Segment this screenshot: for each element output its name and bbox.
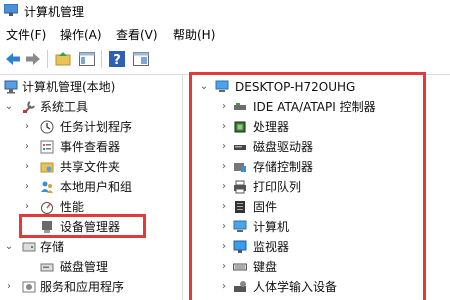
tree-item-event-viewer[interactable]: › 事件查看器 <box>0 137 182 157</box>
users-icon <box>41 181 53 193</box>
system-tools-icon <box>23 101 35 113</box>
tree-item-computer-management[interactable]: 计算机管理(本地) <box>0 77 182 97</box>
tree-item-label: 计算机管理(本地) <box>22 80 116 94</box>
tree-item-task-scheduler[interactable]: › 任务计划程序 <box>0 117 182 137</box>
storage-icon <box>22 242 36 252</box>
services-icon <box>22 281 36 293</box>
navigation-tree: 计算机管理(本地) ⌄ 系统工具 › 任务计划程序 › 事件查看器 › 共享文件… <box>0 75 183 300</box>
forward-arrow-icon[interactable] <box>24 50 42 68</box>
tree-item-system-tools[interactable]: ⌄ 系统工具 <box>0 97 182 117</box>
highlight-device-tree <box>189 72 426 300</box>
menu-view[interactable]: 查看(V) <box>116 26 158 43</box>
tree-item-label: 服务和应用程序 <box>40 280 125 294</box>
tree-item-shared-folders[interactable]: › 共享文件夹 <box>0 157 182 177</box>
tree-item-label: 事件查看器 <box>60 140 121 154</box>
tree-item-label: 共享文件夹 <box>60 160 121 174</box>
svg-text:?: ? <box>113 53 121 68</box>
tree-item-label: 存储 <box>40 240 65 254</box>
chevron-right-icon[interactable]: › <box>22 177 32 197</box>
event-viewer-icon <box>40 140 54 154</box>
highlight-device-manager <box>19 214 146 238</box>
chevron-down-icon[interactable]: ⌄ <box>4 97 14 117</box>
menu-action[interactable]: 操作(A) <box>60 26 102 43</box>
folder-up-icon[interactable] <box>54 50 72 68</box>
back-arrow-icon[interactable] <box>4 50 22 68</box>
chevron-down-icon[interactable]: ⌄ <box>4 237 14 257</box>
chevron-right-icon[interactable]: › <box>22 137 32 157</box>
chevron-right-icon[interactable]: › <box>4 277 14 297</box>
tree-item-label: 任务计划程序 <box>60 120 133 134</box>
computer-management-icon <box>4 4 18 16</box>
properties-pane-icon[interactable] <box>132 50 150 68</box>
shared-folder-icon <box>40 162 54 173</box>
tree-item-label: 系统工具 <box>40 100 89 114</box>
toolbar-separator <box>47 50 48 68</box>
tree-item-local-users-groups[interactable]: › 本地用户和组 <box>0 177 182 197</box>
tree-item-disk-management[interactable]: 磁盘管理 <box>0 257 182 277</box>
computer-management-icon <box>4 80 18 94</box>
window-title: 计算机管理 <box>24 5 85 19</box>
chevron-right-icon[interactable]: › <box>22 117 32 137</box>
task-scheduler-icon <box>40 120 54 134</box>
tree-item-label: 磁盘管理 <box>60 260 109 274</box>
menu-file[interactable]: 文件(F) <box>6 26 46 43</box>
chevron-right-icon[interactable]: › <box>22 157 32 177</box>
disk-management-icon <box>40 263 54 272</box>
performance-icon <box>41 202 53 214</box>
tree-item-services-applications[interactable]: › 服务和应用程序 <box>0 277 182 297</box>
tree-item-storage[interactable]: ⌄ 存储 <box>0 237 182 257</box>
tree-item-label: 本地用户和组 <box>60 180 133 194</box>
toolbar: ? <box>0 44 450 75</box>
menu-bar: 文件(F) 操作(A) 查看(V) 帮助(H) <box>0 22 450 44</box>
show-hide-tree-icon[interactable] <box>78 50 96 68</box>
help-icon[interactable]: ? <box>108 50 126 68</box>
title-bar: 计算机管理 <box>0 0 450 22</box>
menu-help[interactable]: 帮助(H) <box>173 26 215 43</box>
toolbar-separator <box>101 50 102 68</box>
